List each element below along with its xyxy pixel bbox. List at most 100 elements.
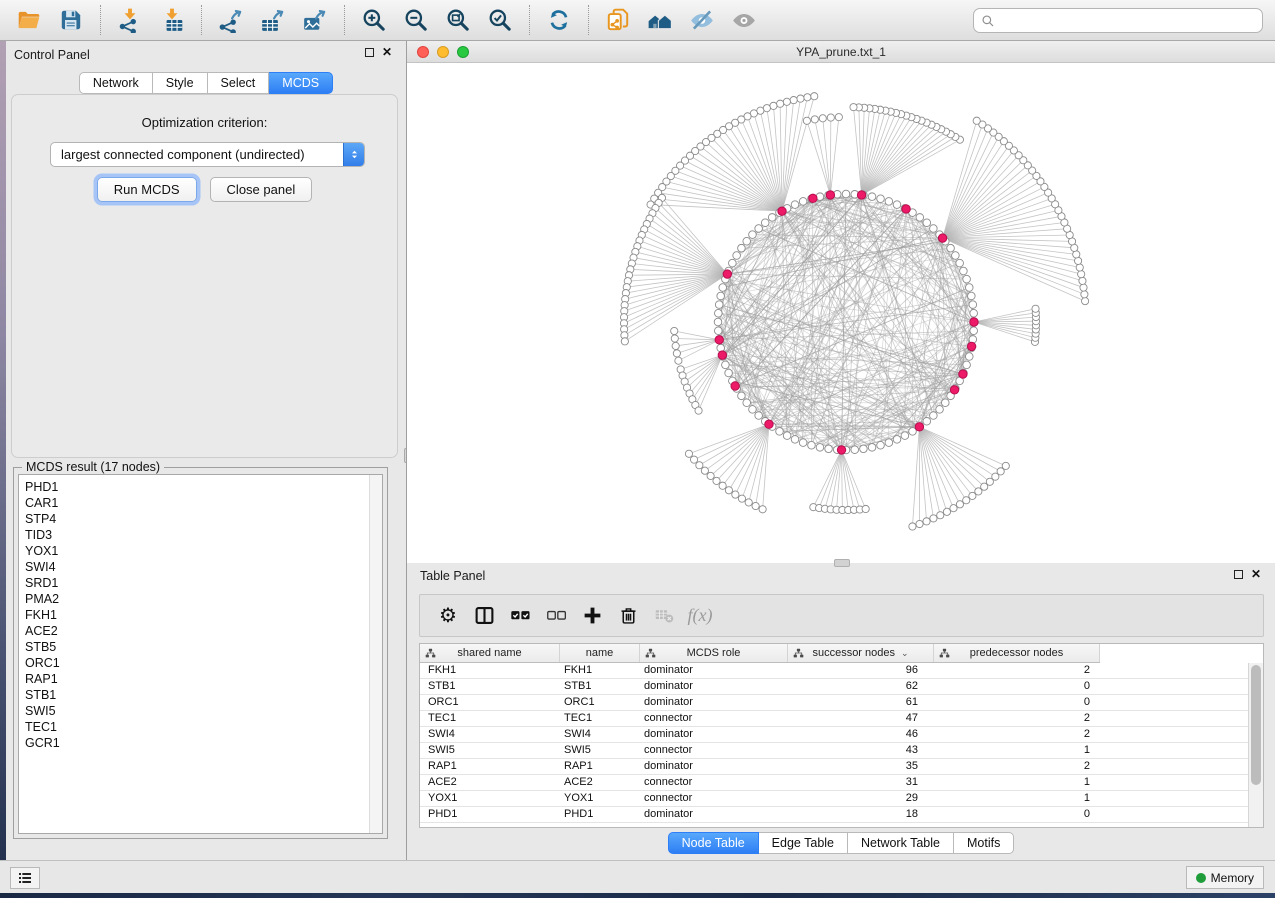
close-panel-icon[interactable]: ✕ [1251,570,1261,579]
table-cell: 46 [788,727,934,742]
mcds-list-scrollbar[interactable] [369,475,382,833]
tab-network[interactable]: Network [79,72,153,94]
delete-table-icon [654,605,675,626]
table-cell: 18 [788,807,934,822]
tab-mcds[interactable]: MCDS [269,72,333,94]
delete-columns-button[interactable] [610,599,646,633]
toggle-columns-button[interactable] [466,599,502,633]
export-network-button[interactable] [213,4,249,36]
zoom-selected-button[interactable] [482,4,518,36]
tab-motifs[interactable]: Motifs [954,832,1014,854]
delete-table-button[interactable] [646,599,682,633]
memory-button[interactable]: Memory [1186,866,1264,889]
optimization-criterion-label: Optimization criterion: [12,115,397,130]
optimization-criterion-dropdown[interactable]: largest connected component (undirected) [50,142,365,167]
float-panel-icon[interactable] [1234,570,1243,579]
show-panels-button[interactable] [10,867,40,889]
open-file-button[interactable] [11,4,47,36]
clone-network-button[interactable] [600,4,636,36]
table-row[interactable]: SWI4SWI4dominator462 [420,727,1248,743]
table-row[interactable]: SWI5SWI5connector431 [420,743,1248,759]
mcds-result-item[interactable]: STP4 [25,511,368,527]
mcds-result-item[interactable]: SRD1 [25,575,368,591]
column-header-MCDS-role[interactable]: MCDS role [640,644,788,662]
table-row[interactable]: PHD1PHD1dominator180 [420,807,1248,823]
function-builder-icon: f(x) [688,605,713,626]
show-all-button[interactable] [726,4,762,36]
run-mcds-button[interactable]: Run MCDS [97,177,197,202]
tab-network-table[interactable]: Network Table [848,832,954,854]
table-cell: YOX1 [560,791,640,806]
export-network-icon [218,7,244,33]
network-graph [407,63,1275,563]
mcds-result-item[interactable]: GCR1 [25,735,368,751]
column-header-predecessor-nodes[interactable]: predecessor nodes [934,644,1100,662]
first-neighbors-button[interactable] [642,4,678,36]
table-cell: TEC1 [560,711,640,726]
mcds-result-item[interactable]: PMA2 [25,591,368,607]
mcds-result-item[interactable]: FKH1 [25,607,368,623]
zoom-fit-button[interactable] [440,4,476,36]
dropdown-stepper-icon [343,142,364,167]
mcds-result-item[interactable]: SWI5 [25,703,368,719]
table-row[interactable]: ORC1ORC1dominator610 [420,695,1248,711]
mcds-result-item[interactable]: PHD1 [25,479,368,495]
import-network-button[interactable] [112,4,148,36]
table-options-gear-button[interactable]: ⚙ [430,599,466,633]
deselect-all-columns-button[interactable] [538,599,574,633]
table-cell: SWI4 [560,727,640,742]
mcds-result-item[interactable]: ORC1 [25,655,368,671]
mcds-result-item[interactable]: YOX1 [25,543,368,559]
table-cell: connector [640,775,788,790]
column-header-successor-nodes[interactable]: successor nodes⌄ [788,644,934,662]
table-row[interactable]: TEC1TEC1connector472 [420,711,1248,727]
tab-node-table[interactable]: Node Table [668,832,759,854]
mcds-result-item[interactable]: STB5 [25,639,368,655]
search-box[interactable] [973,8,1263,33]
mcds-result-item[interactable]: ACE2 [25,623,368,639]
table-cell: 31 [788,775,934,790]
create-column-button[interactable] [574,599,610,633]
function-builder-button[interactable]: f(x) [682,599,718,633]
import-table-button[interactable] [154,4,190,36]
table-cell: dominator [640,727,788,742]
zoom-out-button[interactable] [398,4,434,36]
close-panel-icon[interactable]: ✕ [382,48,392,57]
open-file-icon [16,7,42,33]
tab-style[interactable]: Style [153,72,208,94]
mcds-result-item[interactable]: RAP1 [25,671,368,687]
network-canvas[interactable] [407,63,1275,563]
mcds-result-item[interactable]: SWI4 [25,559,368,575]
refresh-view-button[interactable] [541,4,577,36]
scrollbar-thumb[interactable] [1251,665,1261,785]
table-row[interactable]: FKH1FKH1dominator962 [420,663,1248,679]
save-session-button[interactable] [53,4,89,36]
export-image-button[interactable] [297,4,333,36]
node-table: shared namenameMCDS rolesuccessor nodes⌄… [419,643,1264,828]
mcds-result-item[interactable]: TEC1 [25,719,368,735]
float-panel-icon[interactable] [365,48,374,57]
zoom-in-button[interactable] [356,4,392,36]
delete-columns-icon [618,605,639,626]
table-row[interactable]: RAP1RAP1dominator352 [420,759,1248,775]
close-panel-button[interactable]: Close panel [210,177,313,202]
hide-selected-button[interactable] [684,4,720,36]
mcds-result-list[interactable]: PHD1CAR1STP4TID3YOX1SWI4SRD1PMA2FKH1ACE2… [19,475,368,833]
mcds-result-item[interactable]: STB1 [25,687,368,703]
table-row[interactable]: STB1STB1dominator620 [420,679,1248,695]
table-row[interactable]: ACE2ACE2connector311 [420,775,1248,791]
tab-select[interactable]: Select [208,72,270,94]
table-scrollbar[interactable] [1248,663,1263,827]
table-row[interactable]: YOX1YOX1connector291 [420,791,1248,807]
mcds-result-item[interactable]: CAR1 [25,495,368,511]
table-cell: 1 [934,743,1100,758]
column-header-shared-name[interactable]: shared name [420,644,560,662]
save-session-icon [58,7,84,33]
tab-edge-table[interactable]: Edge Table [759,832,848,854]
table-panel-title: Table Panel [420,569,485,583]
export-table-button[interactable] [255,4,291,36]
select-all-columns-button[interactable] [502,599,538,633]
search-input[interactable] [1000,9,1255,32]
column-header-name[interactable]: name [560,644,640,662]
mcds-result-item[interactable]: TID3 [25,527,368,543]
